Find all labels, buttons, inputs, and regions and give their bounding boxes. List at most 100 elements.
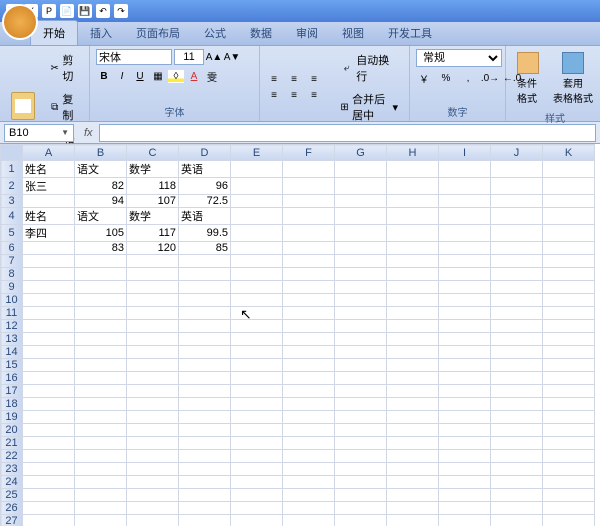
- cell[interactable]: [179, 450, 231, 463]
- cell[interactable]: [543, 281, 595, 294]
- cell[interactable]: [179, 385, 231, 398]
- cell[interactable]: [283, 178, 335, 195]
- cell[interactable]: [231, 450, 283, 463]
- cell[interactable]: [439, 398, 491, 411]
- decrease-font-icon[interactable]: A▼: [224, 50, 240, 64]
- cell[interactable]: [23, 385, 75, 398]
- cell[interactable]: [491, 489, 543, 502]
- row-header[interactable]: 1: [1, 161, 23, 178]
- cell[interactable]: [23, 359, 75, 372]
- cell[interactable]: [179, 359, 231, 372]
- cell[interactable]: [491, 333, 543, 346]
- row-header[interactable]: 13: [1, 333, 23, 346]
- cell[interactable]: 83: [75, 242, 127, 255]
- cell[interactable]: [335, 515, 387, 526]
- cell[interactable]: [23, 450, 75, 463]
- cell[interactable]: [283, 502, 335, 515]
- cell[interactable]: [387, 346, 439, 359]
- cell[interactable]: [543, 411, 595, 424]
- row-header[interactable]: 24: [1, 476, 23, 489]
- cell[interactable]: [439, 320, 491, 333]
- cell[interactable]: [543, 320, 595, 333]
- cell[interactable]: 英语: [179, 161, 231, 178]
- cell[interactable]: [387, 268, 439, 281]
- cell[interactable]: [127, 398, 179, 411]
- tab-视图[interactable]: 视图: [330, 21, 376, 45]
- cell[interactable]: [387, 333, 439, 346]
- cell[interactable]: [127, 463, 179, 476]
- underline-button[interactable]: U: [132, 69, 148, 83]
- cell[interactable]: [127, 255, 179, 268]
- cell[interactable]: [75, 268, 127, 281]
- cell[interactable]: [491, 161, 543, 178]
- tab-页面布局[interactable]: 页面布局: [124, 21, 192, 45]
- column-header[interactable]: F: [283, 145, 335, 161]
- cell[interactable]: [283, 398, 335, 411]
- cell[interactable]: [543, 195, 595, 208]
- cell[interactable]: [439, 463, 491, 476]
- cell[interactable]: [335, 385, 387, 398]
- currency-icon[interactable]: ￥: [416, 71, 432, 85]
- cell[interactable]: [127, 424, 179, 437]
- tab-审阅[interactable]: 审阅: [284, 21, 330, 45]
- cell[interactable]: [127, 450, 179, 463]
- cell[interactable]: [127, 476, 179, 489]
- tab-公式[interactable]: 公式: [192, 21, 238, 45]
- cell[interactable]: [335, 450, 387, 463]
- column-header[interactable]: H: [387, 145, 439, 161]
- cell[interactable]: [231, 515, 283, 526]
- row-header[interactable]: 2: [1, 178, 23, 195]
- cell[interactable]: [387, 489, 439, 502]
- cell[interactable]: [179, 476, 231, 489]
- cell[interactable]: [439, 476, 491, 489]
- row-header[interactable]: 26: [1, 502, 23, 515]
- cell[interactable]: [23, 346, 75, 359]
- cell[interactable]: 118: [127, 178, 179, 195]
- cell[interactable]: [387, 463, 439, 476]
- cell[interactable]: [543, 450, 595, 463]
- row-header[interactable]: 7: [1, 255, 23, 268]
- cell[interactable]: [231, 437, 283, 450]
- font-size-input[interactable]: [174, 49, 204, 65]
- cell[interactable]: [439, 208, 491, 225]
- cell[interactable]: [335, 463, 387, 476]
- cell[interactable]: [439, 359, 491, 372]
- qat-undo-icon[interactable]: ↶: [96, 4, 110, 18]
- cell[interactable]: [75, 333, 127, 346]
- row-header[interactable]: 19: [1, 411, 23, 424]
- cell[interactable]: [283, 281, 335, 294]
- align-top-icon[interactable]: ≡: [266, 73, 282, 87]
- cell[interactable]: [491, 320, 543, 333]
- cell[interactable]: [23, 195, 75, 208]
- cell[interactable]: [283, 476, 335, 489]
- cell[interactable]: [387, 320, 439, 333]
- cell[interactable]: 数学: [127, 208, 179, 225]
- cell[interactable]: [75, 320, 127, 333]
- column-header[interactable]: A: [23, 145, 75, 161]
- cell[interactable]: [127, 372, 179, 385]
- row-header[interactable]: 9: [1, 281, 23, 294]
- cell[interactable]: [439, 502, 491, 515]
- cell[interactable]: [491, 242, 543, 255]
- comma-icon[interactable]: ,: [460, 71, 476, 85]
- cell[interactable]: [335, 359, 387, 372]
- fill-color-button[interactable]: ◊: [168, 69, 184, 83]
- cell[interactable]: [179, 398, 231, 411]
- cell[interactable]: [75, 385, 127, 398]
- column-header[interactable]: K: [543, 145, 595, 161]
- cell[interactable]: [543, 385, 595, 398]
- cell[interactable]: [283, 307, 335, 320]
- cell[interactable]: [283, 463, 335, 476]
- qat-redo-icon[interactable]: ↷: [114, 4, 128, 18]
- cell[interactable]: [491, 195, 543, 208]
- cell[interactable]: [179, 489, 231, 502]
- cell[interactable]: 107: [127, 195, 179, 208]
- cell[interactable]: [543, 242, 595, 255]
- cell[interactable]: [439, 195, 491, 208]
- cell[interactable]: [335, 208, 387, 225]
- cell[interactable]: [179, 437, 231, 450]
- cell[interactable]: [75, 359, 127, 372]
- cell[interactable]: 82: [75, 178, 127, 195]
- cell[interactable]: 张三: [23, 178, 75, 195]
- increase-font-icon[interactable]: A▲: [206, 50, 222, 64]
